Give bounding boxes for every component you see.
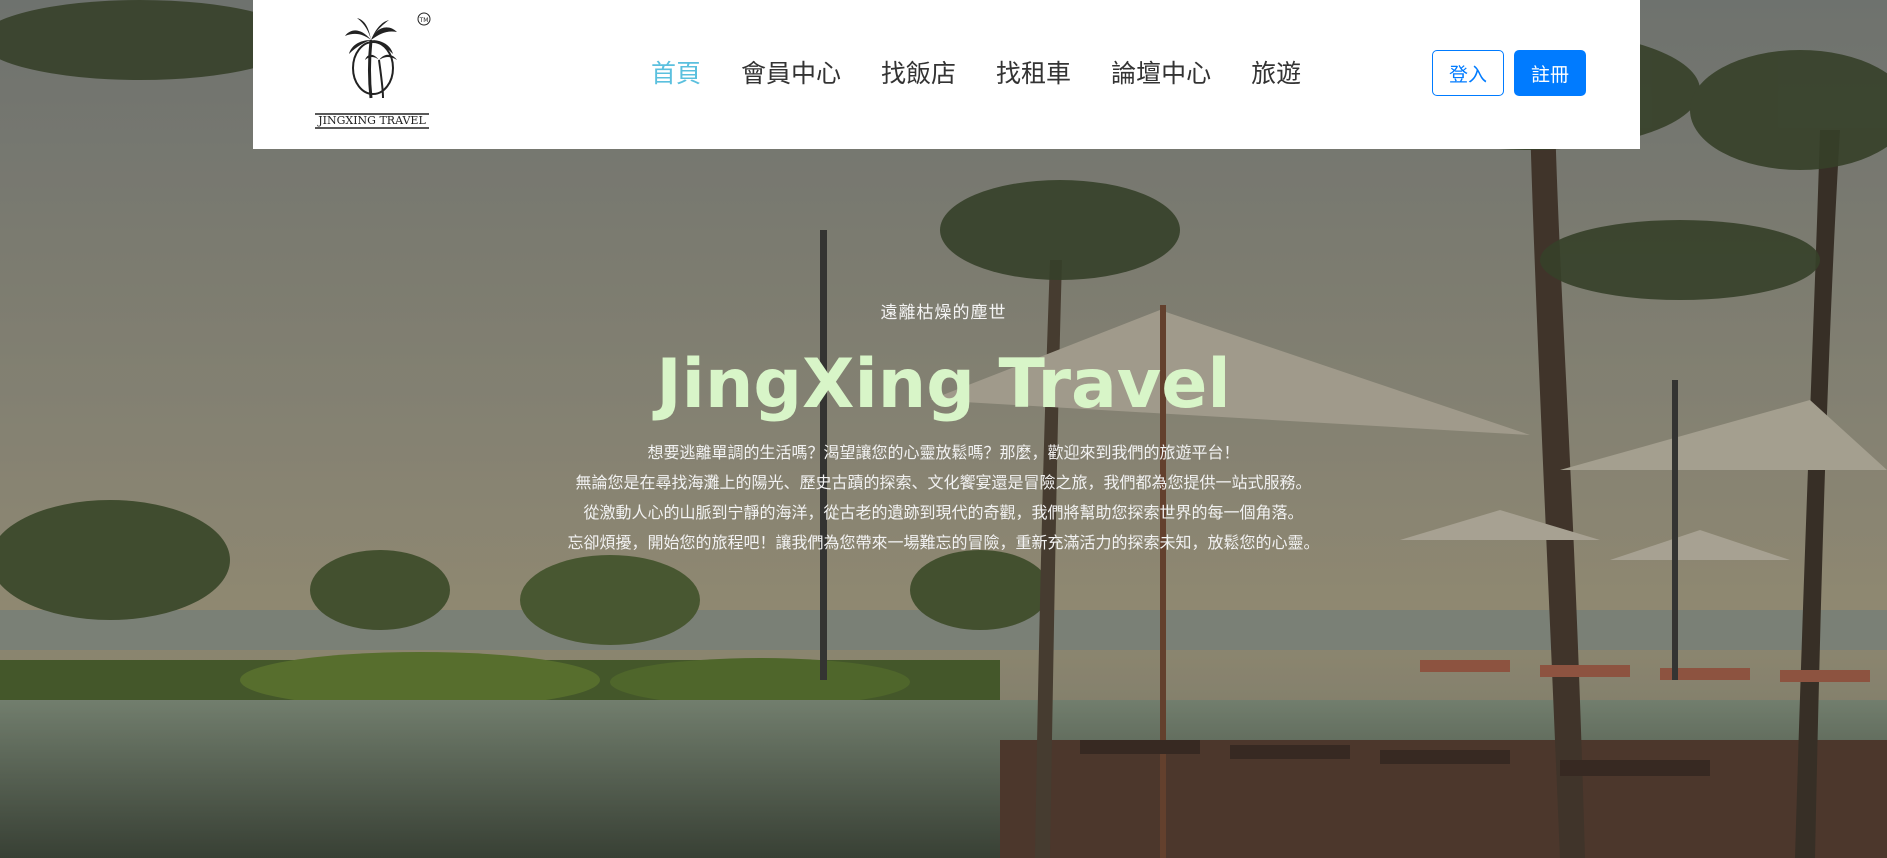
page: TM JINGXING TRAVEL 首頁 會員中心 找飯店 找租車 論壇中心 … <box>0 0 1887 858</box>
nav-item-forum-center[interactable]: 論壇中心 <box>1091 50 1231 94</box>
hero-description-line-3: 從激動人心的山脈到宁靜的海洋，從古老的遺跡到現代的奇觀，我們將幫助您探索世界的每… <box>583 503 1304 522</box>
hero-description-line-2: 無論您是在尋找海灘上的陽光、歷史古蹟的探索、文化饗宴還是冒險之旅，我們都為您提供… <box>575 473 1312 492</box>
nav-item-home[interactable]: 首頁 <box>631 50 721 94</box>
logo-brand-text: JINGXING TRAVEL <box>317 114 426 127</box>
main-nav: 首頁 會員中心 找飯店 找租車 論壇中心 旅遊 <box>631 50 1321 94</box>
hero-eyebrow: 遠離枯燥的塵世 <box>880 303 1007 323</box>
hero-title: JingXing Travel <box>656 345 1231 424</box>
hero-description-line-4: 忘卻煩擾，開始您的旅程吧！讓我們為您帶來一場難忘的冒險，重新充滿活力的探索未知，… <box>567 533 1320 552</box>
hero-content: 遠離枯燥的塵世 JingXing Travel 想要逃離單調的生活嗎？渴望讓您的… <box>0 298 1887 558</box>
nav-item-travel[interactable]: 旅遊 <box>1231 50 1321 94</box>
auth-buttons: 登入 註冊 <box>1432 50 1586 96</box>
nav-item-find-hotel[interactable]: 找飯店 <box>861 50 976 94</box>
login-button[interactable]: 登入 <box>1432 50 1504 96</box>
trademark-text: TM <box>419 17 429 24</box>
nav-item-member-center[interactable]: 會員中心 <box>721 50 861 94</box>
nav-item-find-car-rental[interactable]: 找租車 <box>976 50 1091 94</box>
palm-logo-icon: TM JINGXING TRAVEL <box>315 12 431 129</box>
brand-logo[interactable]: TM JINGXING TRAVEL <box>311 10 435 130</box>
site-header: TM JINGXING TRAVEL 首頁 會員中心 找飯店 找租車 論壇中心 … <box>253 0 1640 149</box>
hero-description-line-1: 想要逃離單調的生活嗎？渴望讓您的心靈放鬆嗎？那麼，歡迎來到我們的旅遊平台！ <box>647 443 1240 462</box>
register-button[interactable]: 註冊 <box>1514 50 1586 96</box>
